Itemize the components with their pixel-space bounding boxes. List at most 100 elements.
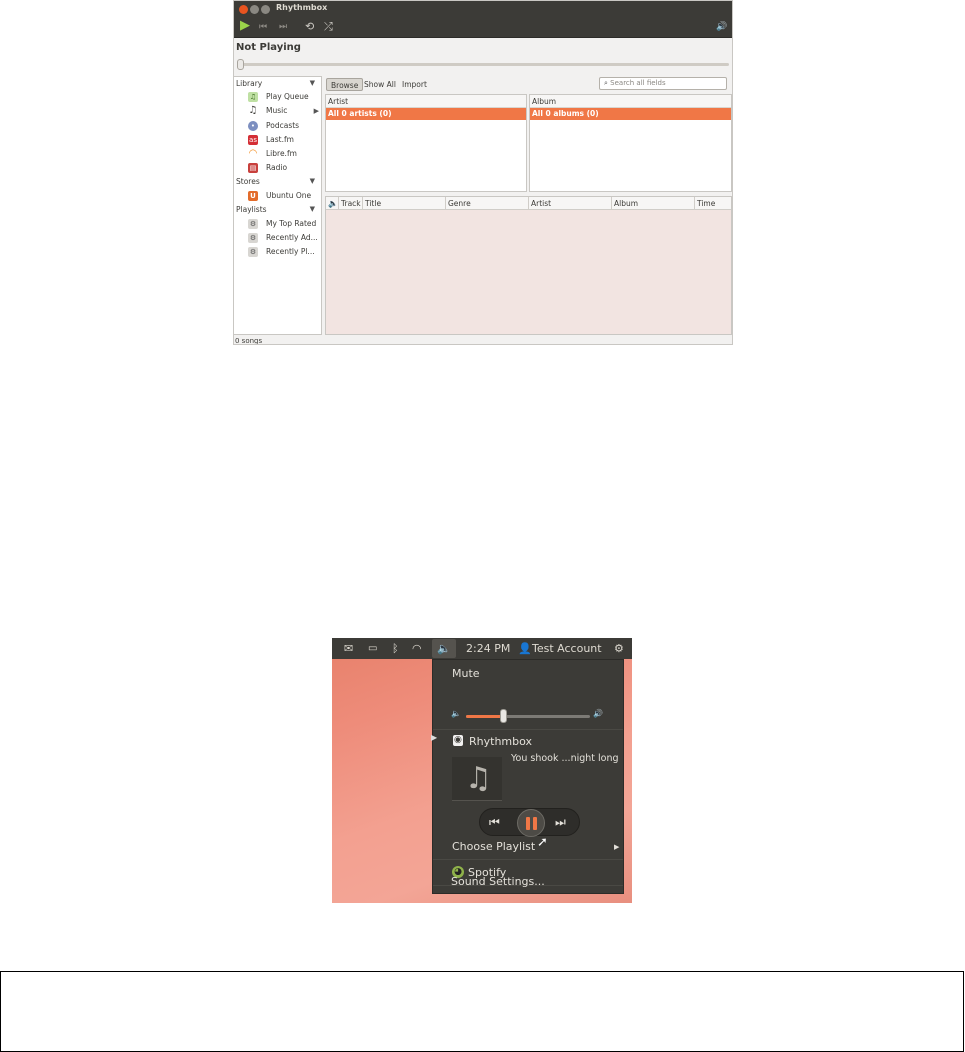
bluetooth-icon[interactable]: ᛒ: [392, 641, 399, 656]
playing-column-icon[interactable]: 🔈: [326, 197, 338, 210]
column-track[interactable]: Track: [338, 197, 362, 210]
sidebar-item-label: My Top Rated: [266, 219, 317, 228]
sidebar-item-label: Libre.fm: [266, 149, 297, 158]
sound-settings-item[interactable]: Sound Settings...: [451, 875, 545, 888]
collapse-arrow-icon[interactable]: ▼: [310, 205, 315, 213]
music-note-icon: ♫: [465, 761, 492, 796]
mute-item[interactable]: Mute: [452, 667, 480, 680]
mouse-cursor-icon: ➚: [537, 835, 548, 850]
volume-slider[interactable]: [466, 709, 590, 723]
titlebar: Rhythmbox: [234, 1, 732, 17]
volume-high-icon: 🔊: [593, 709, 603, 718]
volume-low-icon: 🔈: [451, 709, 461, 718]
column-artist[interactable]: Artist: [528, 197, 611, 210]
pause-icon: [526, 817, 530, 830]
smart-playlist-icon: ⚙: [248, 246, 258, 257]
seek-bar[interactable]: [237, 59, 729, 70]
account-name[interactable]: Test Account: [532, 641, 602, 656]
previous-icon[interactable]: ⏮: [259, 20, 267, 34]
sound-menu: Mute 🔈 🔊 ▶ ◉ Rhythmbox ♫ You shook ...ni…: [431, 659, 624, 894]
album-art: ♫: [452, 757, 502, 801]
sidebar-item-recently-played[interactable]: ⚙ Recently Pl...: [248, 245, 320, 258]
import-button[interactable]: Import: [398, 78, 431, 91]
sidebar-item-music[interactable]: ♫ Music: [248, 104, 320, 117]
lastfm-icon: as: [248, 134, 258, 145]
next-icon[interactable]: ⏭: [555, 813, 566, 831]
column-title[interactable]: Title: [362, 197, 445, 210]
expand-arrow-icon[interactable]: ▶: [314, 107, 319, 115]
column-time[interactable]: Time: [694, 197, 732, 210]
rhythmbox-icon: ◉: [453, 735, 463, 746]
close-icon[interactable]: [239, 5, 248, 14]
podcast-icon: •: [248, 120, 258, 131]
browse-button[interactable]: Browse: [326, 78, 364, 91]
sidebar-item-label: Last.fm: [266, 135, 294, 144]
sidebar-item-play-queue[interactable]: ♫ Play Queue: [248, 90, 320, 103]
library-heading[interactable]: Library: [236, 79, 262, 88]
sidebar-item-recently-added[interactable]: ⚙ Recently Ad...: [248, 231, 320, 244]
sidebar-item-podcasts[interactable]: • Podcasts: [248, 119, 320, 132]
play-icon[interactable]: ▶: [240, 19, 250, 33]
now-playing-area: Not Playing: [234, 38, 732, 58]
separator: [433, 729, 623, 730]
top-panel: ✉ ▭ ᛒ ◠ 🔈 2:24 PM 👤 Test Account ⚙: [332, 638, 632, 659]
collapse-arrow-icon[interactable]: ▼: [310, 177, 315, 185]
volume-icon[interactable]: 🔈: [432, 639, 456, 658]
player-name[interactable]: Rhythmbox: [469, 735, 532, 748]
artist-column-header[interactable]: Artist: [326, 95, 526, 108]
playlists-heading[interactable]: Playlists: [236, 205, 267, 214]
search-input[interactable]: ⌕ Search all fields: [599, 77, 727, 90]
play-queue-icon: ♫: [248, 91, 258, 102]
sidebar-item-radio[interactable]: ▤ Radio: [248, 161, 320, 174]
wifi-icon[interactable]: ◠: [412, 641, 422, 656]
sidebar-item-label: Recently Pl...: [266, 247, 315, 256]
radio-icon: ▤: [248, 162, 258, 173]
maximize-icon[interactable]: [261, 5, 270, 14]
album-column-header[interactable]: Album: [530, 95, 731, 108]
pause-icon-bar: [533, 817, 537, 830]
sidebar-item-label: Play Queue: [266, 92, 309, 101]
shuffle-icon[interactable]: ⤮: [324, 20, 333, 34]
user-icon[interactable]: 👤: [518, 641, 532, 656]
mail-icon[interactable]: ✉: [344, 641, 353, 656]
choose-playlist-item[interactable]: Choose Playlist: [452, 840, 535, 853]
now-playing-label: Not Playing: [236, 42, 301, 53]
minimize-icon[interactable]: [250, 5, 259, 14]
column-genre[interactable]: Genre: [445, 197, 528, 210]
sidebar-item-lastfm[interactable]: as Last.fm: [248, 133, 320, 146]
window-title: Rhythmbox: [276, 3, 328, 12]
all-albums-row[interactable]: All 0 albums (0): [530, 108, 731, 120]
column-album[interactable]: Album: [611, 197, 694, 210]
volume-icon[interactable]: 🔊: [716, 20, 727, 34]
rhythmbox-window: Rhythmbox ▶ ⏮ ⏭ ⟲ ⤮ 🔊 Not Playing Librar…: [233, 0, 733, 345]
seek-handle[interactable]: [237, 59, 244, 70]
clock[interactable]: 2:24 PM: [466, 641, 510, 656]
browse-bar: Browse Show All Import ⌕ Search all fiel…: [324, 76, 732, 93]
next-icon[interactable]: ⏭: [279, 20, 287, 34]
sidebar-item-label: Recently Ad...: [266, 233, 318, 242]
stores-heading[interactable]: Stores: [236, 177, 260, 186]
song-list-header: 🔈 Track Title Genre Artist Album Time: [326, 197, 731, 210]
smart-playlist-icon: ⚙: [248, 232, 258, 243]
artist-pane: Artist All 0 artists (0): [325, 94, 527, 192]
all-artists-row[interactable]: All 0 artists (0): [326, 108, 526, 120]
sidebar-item-label: Ubuntu One: [266, 191, 312, 200]
collapse-arrow-icon[interactable]: ▼: [310, 79, 315, 87]
sidebar-item-librefm[interactable]: ◠ Libre.fm: [248, 147, 320, 160]
smart-playlist-icon: ⚙: [248, 218, 258, 229]
song-list[interactable]: 🔈 Track Title Genre Artist Album Time: [325, 196, 732, 335]
repeat-icon[interactable]: ⟲: [305, 20, 314, 34]
search-placeholder: Search all fields: [610, 79, 666, 87]
sidebar-item-label: Music: [266, 106, 288, 115]
sidebar-item-ubuntu-one[interactable]: U Ubuntu One: [248, 189, 320, 202]
search-icon: ⌕: [604, 79, 608, 87]
sound-menu-screenshot: ✉ ▭ ᛒ ◠ 🔈 2:24 PM 👤 Test Account ⚙ Mute …: [332, 638, 632, 903]
battery-icon[interactable]: ▭: [368, 641, 377, 656]
pause-button[interactable]: [517, 809, 545, 837]
sidebar-item-label: Radio: [266, 163, 288, 172]
show-all-button[interactable]: Show All: [360, 78, 400, 91]
previous-icon[interactable]: ⏮: [489, 813, 500, 831]
sidebar-item-my-top-rated[interactable]: ⚙ My Top Rated: [248, 217, 320, 230]
volume-handle[interactable]: [500, 709, 508, 723]
gear-icon[interactable]: ⚙: [614, 641, 624, 656]
